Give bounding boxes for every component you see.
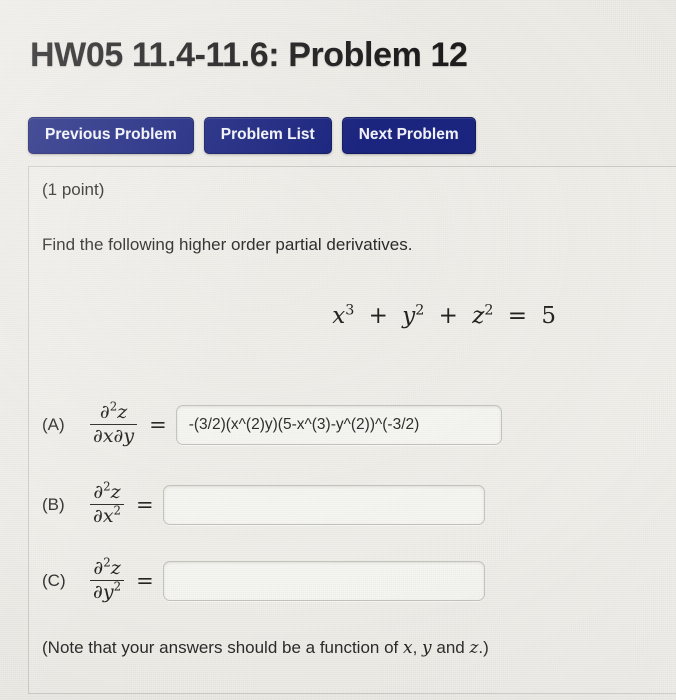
answer-a-equals-sign: = [149, 412, 167, 437]
answer-input-a[interactable] [175, 404, 502, 445]
equation-term-2-exponent: 2 [415, 302, 425, 319]
equation-term-1-base: x [332, 303, 346, 329]
derivative-fraction-a: ∂2z ∂x∂y [90, 401, 138, 448]
equation-term-3-base: z [472, 303, 485, 329]
footnote-and: and [431, 638, 470, 657]
equation-equals-sign: = [507, 303, 528, 329]
partial-symbol: ∂ [93, 481, 104, 503]
footnote-variable-x: x [402, 638, 413, 658]
partial-symbol: ∂ [93, 557, 104, 579]
partial-symbol: ∂ [99, 401, 110, 423]
partial-denominator-c-exponent: 2 [113, 579, 122, 594]
equation-term-2-base: y [402, 303, 416, 329]
problem-list-button[interactable]: Problem List [203, 117, 332, 154]
equation-plus-1: + [368, 303, 388, 329]
previous-problem-button[interactable]: Previous Problem [28, 117, 194, 154]
footnote-variable-y: y [422, 638, 432, 658]
display-equation: x3 + y2 + z2 = 5 [0, 302, 556, 329]
point-value-label: (1 point) [42, 180, 105, 199]
answer-input-c[interactable] [162, 560, 485, 601]
partial-denominator-a: ∂x∂y [90, 424, 138, 447]
partial-denominator-c-base: ∂y [93, 581, 114, 604]
partial-denominator-b-exponent: 2 [113, 503, 122, 518]
answer-c-equals-sign: = [136, 568, 154, 593]
footnote-comma: , [412, 638, 423, 657]
partial-numerator-variable: z [117, 401, 128, 423]
answer-row-a: (A) ∂2z ∂x∂y = [42, 401, 502, 448]
partial-numerator-variable: z [110, 481, 121, 503]
footnote-prefix: (Note that your answers should be a func… [42, 638, 403, 657]
answer-row-a-label: (A) [42, 414, 65, 434]
answer-b-equals-sign: = [136, 492, 154, 517]
derivative-fraction-c: ∂2z ∂y2 [90, 555, 125, 604]
footnote-suffix: .) [478, 638, 489, 657]
equation-term-1-exponent: 3 [345, 302, 355, 319]
instruction-text: Find the following higher order partial … [42, 235, 413, 254]
answer-row-b: (B) ∂2z ∂x2 = [42, 479, 485, 528]
derivative-fraction-b: ∂2z ∂x2 [90, 479, 125, 528]
partial-order-exponent: 2 [103, 555, 111, 570]
equation-right-hand-side: 5 [541, 303, 556, 329]
partial-numerator-variable: z [110, 557, 121, 579]
answer-input-b[interactable] [162, 484, 485, 525]
footnote-text: (Note that your answers should be a func… [42, 638, 489, 658]
partial-denominator-b-base: ∂x [93, 505, 114, 528]
page-title: HW05 11.4-11.6: Problem 12 [30, 36, 468, 74]
equation-term-3-exponent: 2 [484, 302, 494, 319]
problem-navigation-bar: Previous Problem Problem List Next Probl… [28, 117, 476, 154]
next-problem-button[interactable]: Next Problem [341, 117, 476, 154]
equation-plus-2: + [438, 303, 458, 329]
answer-row-c: (C) ∂2z ∂y2 = [42, 555, 485, 604]
partial-order-exponent: 2 [103, 479, 111, 494]
answer-row-c-label: (C) [42, 570, 66, 590]
answer-row-b-label: (B) [42, 494, 65, 514]
